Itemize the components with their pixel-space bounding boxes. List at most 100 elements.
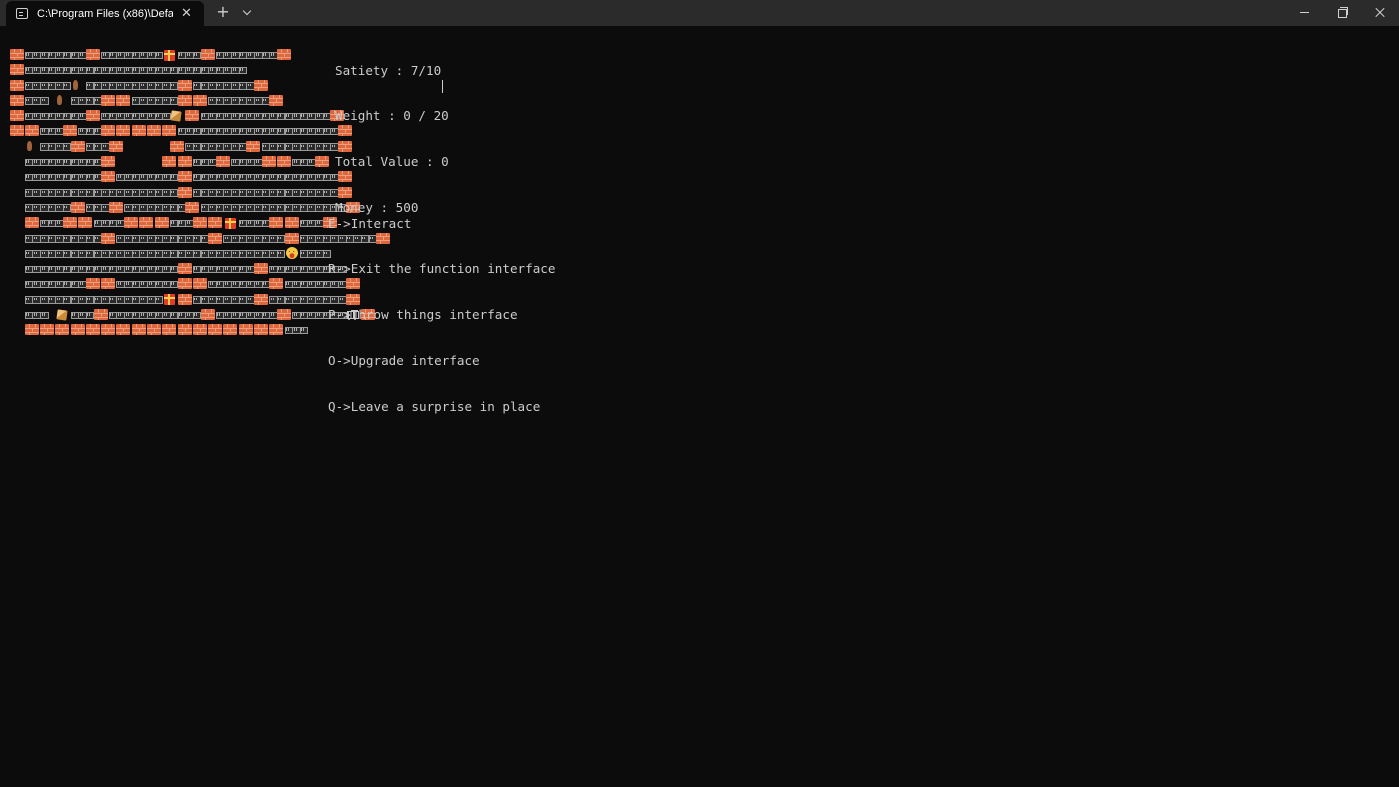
new-tab-button[interactable]: + bbox=[214, 3, 232, 21]
floor-tile-icon bbox=[55, 123, 64, 138]
floor-tile-icon bbox=[292, 261, 301, 276]
floor-tile-icon bbox=[154, 307, 163, 322]
floor-tile-icon bbox=[147, 185, 156, 200]
brick-wall-icon bbox=[269, 93, 283, 108]
floor-tile-icon bbox=[208, 200, 217, 215]
floor-tile-icon bbox=[55, 154, 64, 169]
close-tab-icon[interactable]: ✕ bbox=[181, 7, 192, 20]
brick-wall-icon bbox=[253, 292, 268, 307]
floor-tile-icon bbox=[78, 292, 87, 307]
floor-tile-icon bbox=[231, 47, 240, 62]
floor-tile-icon bbox=[85, 246, 95, 261]
floor-tile-icon bbox=[261, 169, 270, 184]
floor-tile-icon bbox=[200, 292, 209, 307]
terminal-output[interactable]: Satiety : 7/10 Weight : 0 / 20 Total Val… bbox=[0, 26, 1399, 787]
floor-tile-icon bbox=[47, 185, 56, 200]
floor-tile-icon bbox=[246, 169, 255, 184]
chevron-down-icon[interactable] bbox=[240, 4, 254, 20]
floor-tile-icon bbox=[299, 154, 308, 169]
floor-tile-icon bbox=[40, 261, 49, 276]
floor-tile-icon bbox=[284, 261, 293, 276]
floor-tile-icon bbox=[154, 231, 163, 246]
brick-wall-icon bbox=[177, 261, 191, 276]
empty-cell bbox=[116, 154, 124, 169]
brick-wall-icon bbox=[70, 139, 84, 154]
floor-tile-icon bbox=[223, 200, 232, 215]
restore-button[interactable] bbox=[1324, 0, 1360, 26]
floor-tile-icon bbox=[246, 185, 255, 200]
brick-wall-icon bbox=[177, 185, 191, 200]
empty-cell bbox=[78, 200, 86, 215]
floor-tile-icon bbox=[246, 200, 255, 215]
empty-cell bbox=[47, 93, 55, 108]
floor-tile-icon bbox=[131, 246, 140, 261]
floor-tile-icon bbox=[108, 215, 117, 230]
floor-tile-icon bbox=[223, 246, 232, 261]
floor-tile-icon bbox=[269, 169, 278, 184]
empty-cell bbox=[185, 261, 193, 276]
floor-tile-icon bbox=[299, 215, 308, 230]
floor-tile-icon bbox=[32, 47, 41, 62]
floor-tile-icon bbox=[93, 185, 102, 200]
empty-cell bbox=[85, 215, 93, 230]
floor-tile-icon bbox=[246, 123, 255, 138]
floor-tile-icon bbox=[238, 261, 247, 276]
floor-tile-icon bbox=[85, 185, 95, 200]
empty-cell bbox=[17, 200, 25, 215]
brick-wall-icon bbox=[192, 93, 207, 108]
minimize-button[interactable] bbox=[1287, 0, 1323, 26]
floor-tile-icon bbox=[200, 231, 209, 246]
floor-tile-icon bbox=[47, 200, 56, 215]
empty-cell bbox=[215, 322, 223, 337]
key-help: E->Interact R->Exit the function interfa… bbox=[328, 185, 555, 445]
floor-tile-icon bbox=[284, 276, 293, 291]
floor-tile-icon bbox=[70, 154, 79, 169]
floor-tile-icon bbox=[62, 139, 72, 154]
brick-wall-icon bbox=[208, 215, 222, 230]
empty-cell bbox=[292, 246, 300, 261]
empty-cell bbox=[9, 231, 17, 246]
floor-tile-icon bbox=[231, 292, 240, 307]
floor-tile-icon bbox=[32, 185, 41, 200]
terminal-tab[interactable]: C:\Program Files (x86)\Default ✕ bbox=[6, 1, 204, 26]
brick-wall-icon bbox=[85, 322, 100, 337]
floor-tile-icon bbox=[269, 47, 278, 62]
close-window-button[interactable] bbox=[1362, 0, 1398, 26]
floor-tile-icon bbox=[231, 246, 240, 261]
floor-tile-icon bbox=[307, 246, 316, 261]
floor-tile-icon bbox=[108, 261, 117, 276]
empty-cell bbox=[17, 185, 25, 200]
brick-wall-icon bbox=[9, 78, 23, 93]
floor-tile-icon bbox=[147, 62, 156, 77]
floor-tile-icon bbox=[162, 78, 171, 93]
vase-icon bbox=[24, 139, 32, 154]
floor-tile-icon bbox=[315, 292, 324, 307]
empty-cell bbox=[261, 322, 269, 337]
floor-tile-icon bbox=[70, 93, 79, 108]
empty-cell bbox=[131, 139, 139, 154]
empty-cell bbox=[185, 276, 193, 291]
floor-tile-icon bbox=[78, 108, 87, 123]
floor-tile-icon bbox=[139, 62, 148, 77]
floor-tile-icon bbox=[147, 231, 156, 246]
floor-tile-icon bbox=[215, 139, 224, 154]
floor-tile-icon bbox=[124, 261, 133, 276]
floor-tile-icon bbox=[299, 307, 308, 322]
floor-tile-icon bbox=[47, 261, 56, 276]
floor-tile-icon bbox=[62, 246, 72, 261]
floor-tile-icon bbox=[276, 169, 286, 184]
brick-wall-icon bbox=[108, 200, 123, 215]
floor-tile-icon bbox=[315, 185, 324, 200]
floor-tile-icon bbox=[162, 62, 171, 77]
empty-cell bbox=[147, 154, 155, 169]
map-row bbox=[9, 47, 391, 62]
floor-tile-icon bbox=[185, 62, 194, 77]
floor-tile-icon bbox=[147, 246, 156, 261]
floor-tile-icon bbox=[116, 307, 125, 322]
empty-cell bbox=[276, 322, 284, 337]
floor-tile-icon bbox=[307, 307, 316, 322]
floor-tile-icon bbox=[246, 292, 255, 307]
floor-tile-icon bbox=[85, 123, 95, 138]
floor-tile-icon bbox=[177, 62, 186, 77]
floor-tile-icon bbox=[78, 246, 87, 261]
